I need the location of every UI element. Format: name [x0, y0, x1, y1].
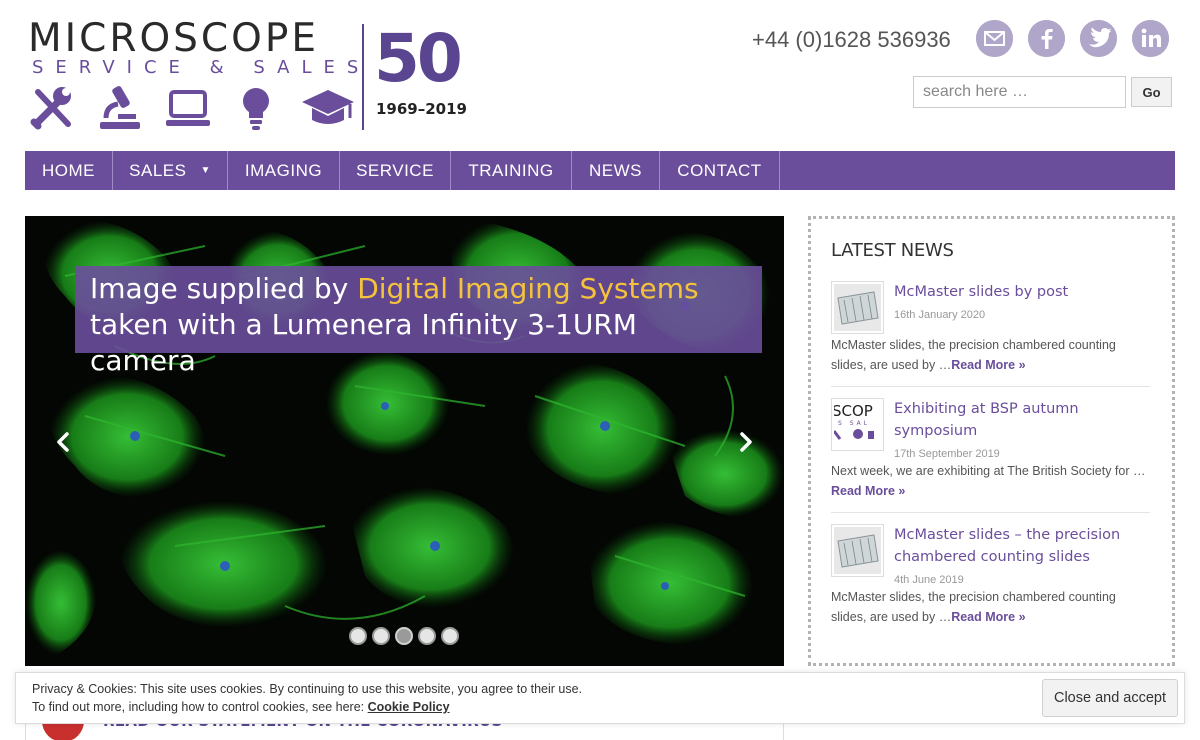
phone-number[interactable]: +44 (0)1628 536936 [752, 27, 951, 53]
nav-item-label: TRAINING [468, 160, 554, 180]
close-and-accept-button[interactable]: Close and accept [1042, 679, 1178, 717]
cookie-policy-link[interactable]: Cookie Policy [368, 700, 450, 714]
caption-highlight-link[interactable]: Digital Imaging Systems [357, 272, 698, 305]
slider-dot-5[interactable] [441, 627, 459, 645]
svg-text:SCOP: SCOP [834, 402, 873, 420]
news-item: SCOP S SAL Exhibiting at BSP autumn sympo… [831, 398, 1150, 513]
laptop-icon [164, 84, 212, 132]
news-date: 17th September 2019 [894, 448, 1000, 460]
news-item: McMaster slides – the precision chambere… [831, 524, 1150, 638]
latest-news-heading: LATEST NEWS [831, 240, 954, 261]
tools-icon [28, 84, 76, 132]
read-more-link[interactable]: Read More » [951, 610, 1025, 624]
nav-item-training[interactable]: TRAINING [451, 151, 572, 190]
search-input[interactable] [913, 76, 1126, 108]
slider-dots [349, 627, 459, 645]
nav-item-label: SALES [129, 160, 187, 180]
news-thumbnail[interactable]: SCOP S SAL [831, 398, 884, 451]
twitter-icon[interactable] [1080, 20, 1117, 57]
image-slider[interactable]: Image supplied by Digital Imaging System… [25, 216, 784, 666]
logo-subtitle: SERVICE & SALES [32, 57, 371, 78]
nav-item-label: HOME [42, 160, 95, 180]
email-icon[interactable] [976, 20, 1013, 57]
cookie-line-1: Privacy & Cookies: This site uses cookie… [32, 682, 583, 696]
logo-anniversary-years: 1969–2019 [376, 100, 467, 118]
facebook-icon[interactable] [1028, 20, 1065, 57]
news-excerpt: McMaster slides, the precision chambered… [831, 587, 1150, 627]
news-title-link[interactable]: Exhibiting at BSP autumn symposium [894, 398, 1150, 442]
social-links [976, 20, 1169, 57]
logo-title: MICROSCOPE [28, 16, 320, 61]
linkedin-icon[interactable] [1132, 20, 1169, 57]
svg-text:S SAL: S SAL [838, 420, 870, 427]
chevron-down-icon: ▼ [200, 165, 211, 176]
news-excerpt: McMaster slides, the precision chambered… [831, 335, 1150, 375]
slide-caption: Image supplied by Digital Imaging System… [75, 266, 762, 377]
news-excerpt: Next week, we are exhibiting at The Brit… [831, 461, 1150, 501]
slider-dot-4[interactable] [418, 627, 436, 645]
slider-prev-arrow-icon[interactable] [52, 430, 76, 454]
nav-item-label: CONTACT [677, 160, 762, 180]
nav-item-contact[interactable]: CONTACT [660, 151, 780, 190]
lightbulb-icon [232, 84, 280, 132]
logo-anniversary-number: 50 [374, 20, 463, 97]
graduation-cap-icon [300, 84, 354, 132]
main-nav: HOME SALES ▼ IMAGING SERVICE TRAINING NEW… [25, 151, 1175, 190]
news-date: 4th June 2019 [894, 574, 964, 586]
read-more-link[interactable]: Read More » [951, 358, 1025, 372]
latest-news-panel: LATEST NEWS McMaster slides by post 16th… [808, 216, 1175, 666]
cookie-line-2: To find out more, including how to contr… [32, 700, 368, 714]
read-more-link[interactable]: Read More » [831, 484, 905, 498]
nav-item-label: NEWS [589, 160, 642, 180]
news-title-link[interactable]: McMaster slides by post [894, 281, 1150, 303]
news-excerpt-text: Next week, we are exhibiting at The Brit… [831, 464, 1146, 478]
nav-item-sales[interactable]: SALES ▼ [113, 151, 228, 190]
nav-item-label: IMAGING [244, 160, 323, 180]
cookie-notice-text: Privacy & Cookies: This site uses cookie… [32, 680, 582, 716]
news-item: McMaster slides by post 16th January 202… [831, 281, 1150, 387]
news-date: 16th January 2020 [894, 309, 986, 321]
slider-dot-3[interactable] [395, 627, 413, 645]
nav-item-label: SERVICE [356, 160, 434, 180]
nav-item-service[interactable]: SERVICE [340, 151, 451, 190]
site-logo[interactable]: MICROSCOPE SERVICE & SALES 50 1969–2019 [28, 18, 478, 134]
nav-item-imaging[interactable]: IMAGING [228, 151, 340, 190]
slider-next-arrow-icon[interactable] [733, 430, 757, 454]
microscope-icon [96, 84, 144, 132]
caption-prefix: Image supplied by [90, 272, 358, 305]
nav-item-home[interactable]: HOME [25, 151, 113, 190]
news-thumbnail[interactable] [831, 524, 884, 577]
logo-divider [362, 24, 364, 130]
nav-item-news[interactable]: NEWS [572, 151, 660, 190]
cookie-consent-bar: Privacy & Cookies: This site uses cookie… [15, 672, 1185, 724]
news-title-link[interactable]: McMaster slides – the precision chambere… [894, 524, 1150, 568]
search-go-button[interactable]: Go [1131, 77, 1172, 107]
slider-dot-2[interactable] [372, 627, 390, 645]
logo-icon-row [28, 84, 354, 132]
news-thumbnail[interactable] [831, 281, 884, 334]
slider-dot-1[interactable] [349, 627, 367, 645]
